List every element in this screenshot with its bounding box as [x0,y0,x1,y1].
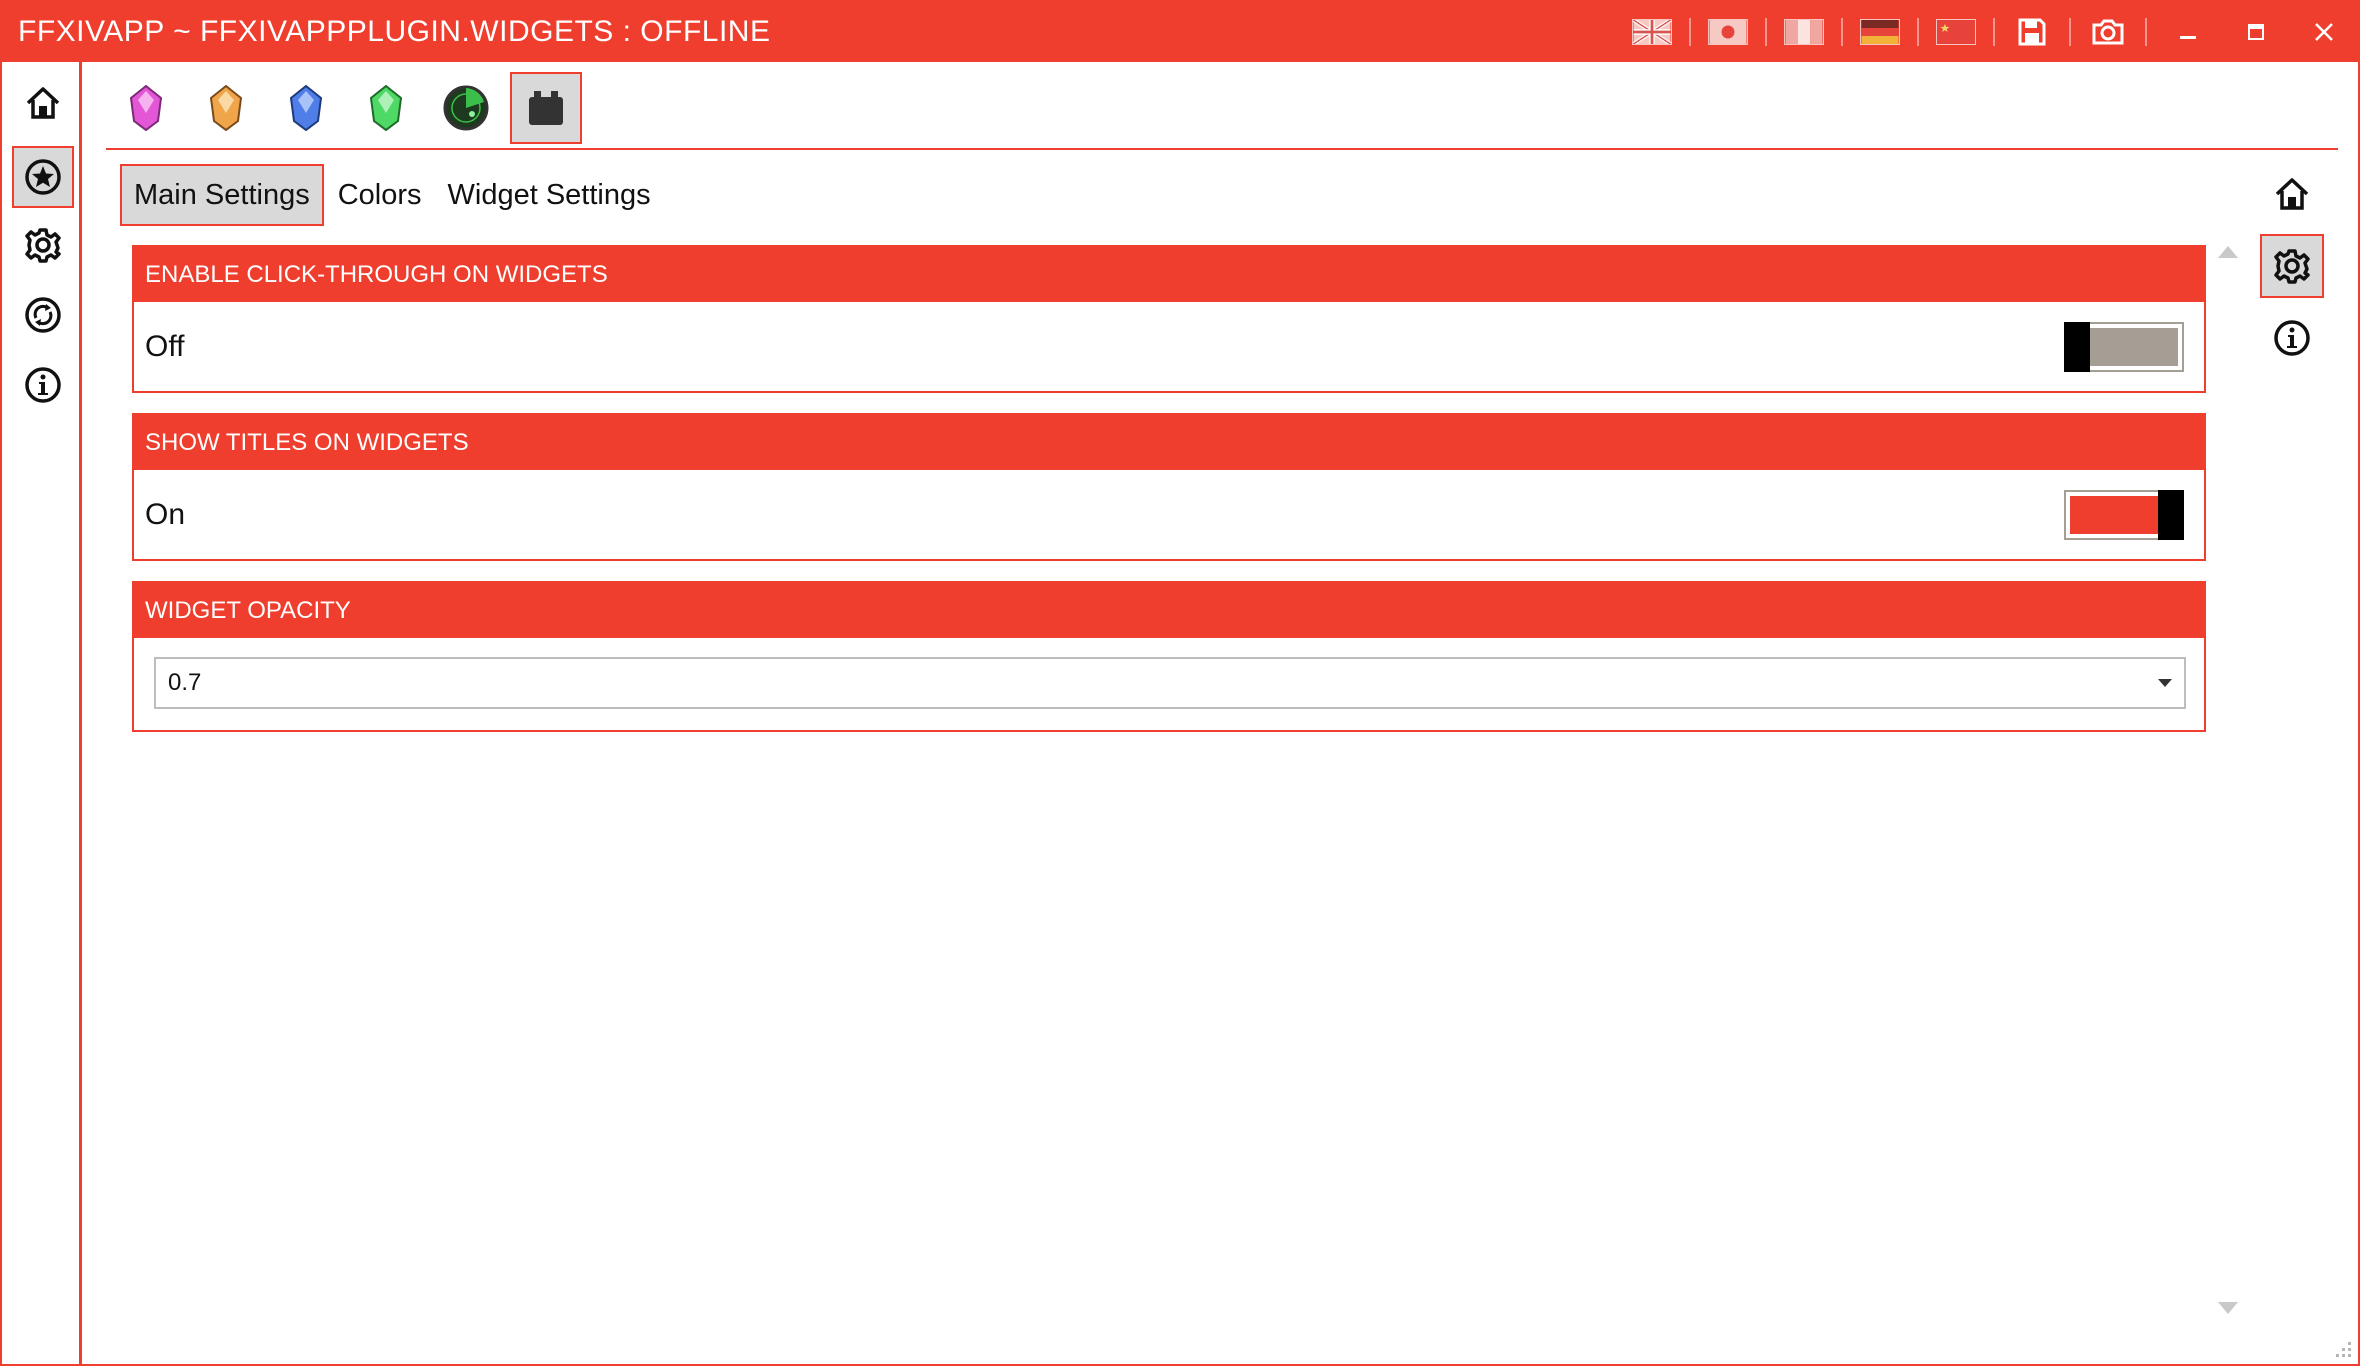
nav-update-button[interactable] [12,284,74,346]
screenshot-button[interactable] [2078,2,2138,62]
show-titles-value: On [145,497,186,531]
orange-crystal-icon [209,84,243,132]
language-french-button[interactable] [1774,2,1834,62]
gear-icon [25,228,61,263]
plugin-tab-radar[interactable] [426,68,506,148]
toolbar-separator [2069,18,2071,46]
toolbar-separator [2145,18,2147,46]
plugin-tab-orange[interactable] [186,68,266,148]
show-titles-header: SHOW TITLES ON WIDGETS [134,415,2204,470]
chevron-down-icon [2158,679,2172,687]
toggle-thumb[interactable] [2158,489,2184,540]
scroll-up-arrow[interactable] [2218,246,2238,258]
language-german-button[interactable] [1850,2,1910,62]
flag-fr-icon [1784,19,1824,45]
maximize-icon [2248,24,2264,40]
tab-main-settings[interactable]: Main Settings [120,164,324,226]
update-icon [25,297,61,333]
plugin-tab-widgets[interactable] [510,72,582,144]
language-english-button[interactable] [1622,2,1682,62]
star-icon [25,159,61,195]
widget-opacity-header: WIDGET OPACITY [134,583,2204,638]
save-icon [2018,18,2046,46]
close-icon [2315,23,2333,41]
language-japanese-button[interactable] [1698,2,1758,62]
right-nav-settings-button[interactable] [2260,234,2324,298]
tab-colors[interactable]: Colors [326,164,434,226]
left-nav [2,62,82,1364]
settings-tabs: Main Settings Colors Widget Settings [120,164,665,226]
click-through-header: ENABLE CLICK-THROUGH ON WIDGETS [134,247,2204,302]
plugin-tab-pink[interactable] [106,68,186,148]
toggle-track [2070,495,2160,534]
toolbar-separator [1689,18,1691,46]
window-title: FFXIVAPP ~ FFXIVAPPPLUGIN.WIDGETS : OFFL… [18,15,771,48]
plugin-tab-blue[interactable] [266,68,346,148]
maximize-button[interactable] [2222,2,2290,62]
show-titles-setting: SHOW TITLES ON WIDGETS On [132,413,2206,561]
pink-crystal-icon [129,84,163,132]
gear-icon [2274,249,2310,284]
language-chinese-button[interactable] [1926,2,1986,62]
green-crystal-icon [369,84,403,132]
info-icon [2274,320,2310,356]
flag-jp-icon [1708,19,1748,45]
toolbar-separator [1917,18,1919,46]
title-bar-tools [1622,2,2358,62]
home-icon [26,87,60,119]
title-bar[interactable]: FFXIVAPP ~ FFXIVAPPPLUGIN.WIDGETS : OFFL… [2,2,2358,62]
home-icon [2275,178,2309,210]
toolbar-separator [1993,18,1995,46]
widget-icon [529,91,563,125]
tab-widget-settings[interactable]: Widget Settings [436,164,663,226]
camera-icon [2092,19,2124,45]
nav-settings-button[interactable] [12,214,74,276]
plugin-bar [106,68,582,148]
flag-cn-icon [1936,19,1976,45]
widget-opacity-body: 0.7 [134,638,2204,730]
toggle-thumb[interactable] [2064,321,2090,372]
widget-opacity-dropdown[interactable]: 0.7 [154,657,2186,709]
show-titles-toggle[interactable] [2064,489,2184,540]
widget-opacity-setting: WIDGET OPACITY 0.7 [132,581,2206,732]
blue-crystal-icon [289,84,323,132]
minimize-icon [2180,36,2196,39]
click-through-body: Off [134,302,2204,391]
nav-home-button[interactable] [12,72,74,134]
right-nav-home-button[interactable] [2260,162,2324,226]
show-titles-body: On [134,470,2204,559]
close-button[interactable] [2290,2,2358,62]
nav-plugins-button[interactable] [12,146,74,208]
click-through-value: Off [145,329,185,363]
info-icon [25,367,61,403]
minimize-button[interactable] [2154,2,2222,62]
right-nav-info-button[interactable] [2260,306,2324,370]
app-window: FFXIVAPP ~ FFXIVAPPPLUGIN.WIDGETS : OFFL… [0,0,2360,1366]
widget-opacity-selected: 0.7 [168,669,202,696]
resize-grip-icon[interactable] [2330,1336,2352,1358]
radar-icon [443,85,489,131]
toolbar-separator [1765,18,1767,46]
click-through-setting: ENABLE CLICK-THROUGH ON WIDGETS Off [132,245,2206,393]
flag-de-icon [1860,19,1900,45]
plugin-bar-divider [106,148,2338,150]
toggle-track [2088,327,2178,366]
nav-about-button[interactable] [12,354,74,416]
flag-en-icon [1632,19,1672,45]
save-button[interactable] [2002,2,2062,62]
plugin-tab-green[interactable] [346,68,426,148]
click-through-toggle[interactable] [2064,321,2184,372]
toolbar-separator [1841,18,1843,46]
scroll-down-arrow[interactable] [2218,1302,2238,1314]
